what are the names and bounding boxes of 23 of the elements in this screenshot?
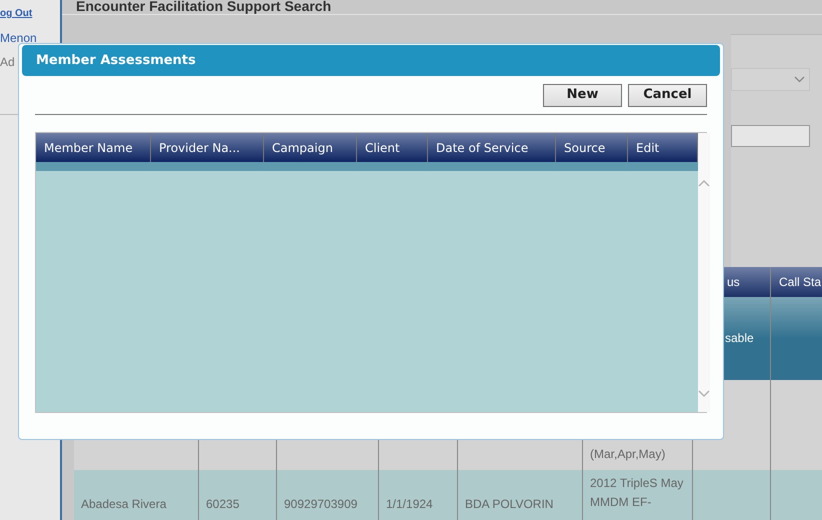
- chevron-down-icon: [794, 76, 805, 83]
- user-name: Menon: [0, 30, 37, 47]
- table-cell-text: BDA POLVORIN: [465, 496, 554, 513]
- table-cell-text: 1/1/1924: [386, 496, 433, 513]
- scroll-up-icon[interactable]: [698, 179, 710, 187]
- scroll-down-icon[interactable]: [698, 390, 710, 398]
- dropdown-field[interactable]: [731, 68, 810, 91]
- table-cell-text: 60235: [206, 496, 240, 513]
- page-title: Encounter Facilitation Support Search: [76, 0, 332, 14]
- user-role: Ad: [0, 55, 15, 69]
- column-header: Call Sta: [779, 274, 822, 291]
- table-cell-text: 90929703909: [284, 496, 358, 513]
- column-header: us: [727, 274, 740, 291]
- table-cell-text: Abadesa Rivera: [81, 496, 166, 513]
- dialog-title: Member Assessments: [36, 52, 196, 70]
- table-cell-text: sable: [725, 330, 754, 347]
- search-field[interactable]: [731, 125, 810, 147]
- table-cell-text: (Mar,Apr,May): [590, 446, 666, 463]
- dialog-button[interactable]: Cancel: [628, 84, 707, 106]
- scrollbar[interactable]: [698, 133, 710, 412]
- table-cell-text: 2012 TripleS May MMDM EF-: [590, 475, 684, 511]
- logout-link[interactable]: og Out: [0, 6, 32, 21]
- dialog-button[interactable]: New: [543, 84, 622, 106]
